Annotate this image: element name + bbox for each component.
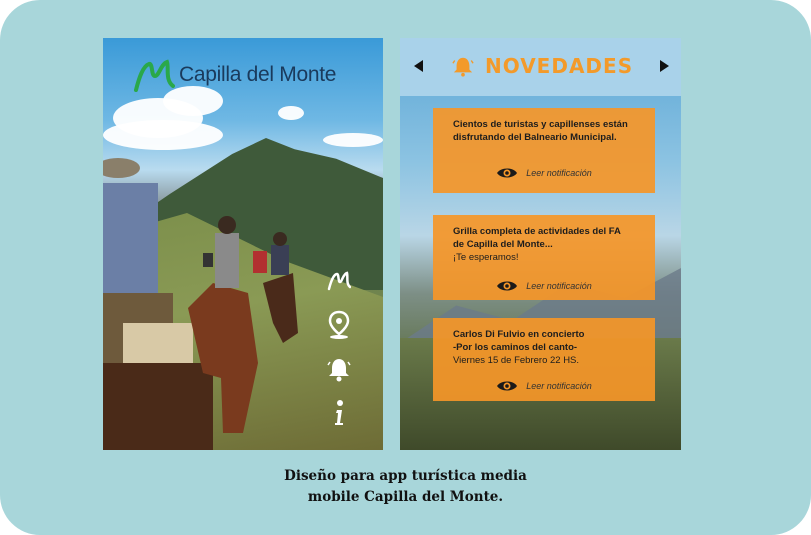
notification-text: Grilla completa de actividades del FA de… (453, 225, 645, 264)
notification-line: Cientos de turistas y capillenses están (453, 119, 628, 130)
notification-card[interactable]: Cientos de turistas y capillenses están … (433, 108, 655, 193)
news-screen: NOVEDADES Cientos de turistas y capillen… (400, 38, 681, 450)
notification-line: disfrutando del Balneario Municipal. (453, 132, 617, 143)
bell-icon (452, 57, 474, 77)
logo-text: Capilla del Monte (179, 63, 337, 86)
read-notification-link[interactable]: Leer notificación (433, 379, 655, 393)
eye-icon (497, 281, 518, 291)
notification-text: Carlos Di Fulvio en concierto -Por los c… (453, 328, 645, 367)
caption-line: Diseño para app turística media (284, 468, 527, 484)
page-title: NOVEDADES (485, 54, 634, 78)
logo-mountain-icon (134, 59, 175, 92)
notification-line: Carlos Di Fulvio en concierto (453, 329, 585, 340)
read-notification-label: Leer notificación (526, 168, 592, 178)
read-notification-label: Leer notificación (526, 381, 592, 391)
side-menu (325, 266, 353, 442)
notification-card[interactable]: Grilla completa de actividades del FA de… (433, 215, 655, 300)
read-notification-label: Leer notificación (526, 281, 592, 291)
home-screen: Capilla del Monte (103, 38, 383, 450)
notification-line: ¡Te esperamos! (453, 252, 519, 263)
news-header: NOVEDADES (400, 38, 681, 96)
eye-icon (497, 381, 518, 391)
info-icon[interactable] (325, 398, 353, 428)
app-logo: Capilla del Monte (133, 58, 336, 92)
notification-card[interactable]: Carlos Di Fulvio en concierto -Por los c… (433, 318, 655, 401)
caption-line: mobile Capilla del Monte. (307, 489, 504, 505)
notification-line: Grilla completa de actividades del FA (453, 226, 621, 237)
notification-line: Viernes 15 de Febrero 22 HS. (453, 355, 580, 366)
eye-icon (497, 168, 518, 178)
read-notification-link[interactable]: Leer notificación (433, 166, 655, 180)
notification-line: de Capilla del Monte... (453, 239, 553, 250)
bell-icon[interactable] (325, 354, 353, 384)
read-notification-link[interactable]: Leer notificación (433, 279, 655, 293)
location-pin-icon[interactable] (325, 310, 353, 340)
cloud (278, 106, 304, 120)
presentation-card: Capilla del Monte NOVEDADES Cientos de t… (0, 0, 811, 535)
previous-arrow-icon[interactable] (414, 60, 423, 72)
notification-line: -Por los caminos del canto- (453, 342, 578, 353)
next-arrow-icon[interactable] (660, 60, 669, 72)
notification-text: Cientos de turistas y capillenses están … (453, 118, 645, 144)
mountain-icon[interactable] (325, 266, 353, 296)
